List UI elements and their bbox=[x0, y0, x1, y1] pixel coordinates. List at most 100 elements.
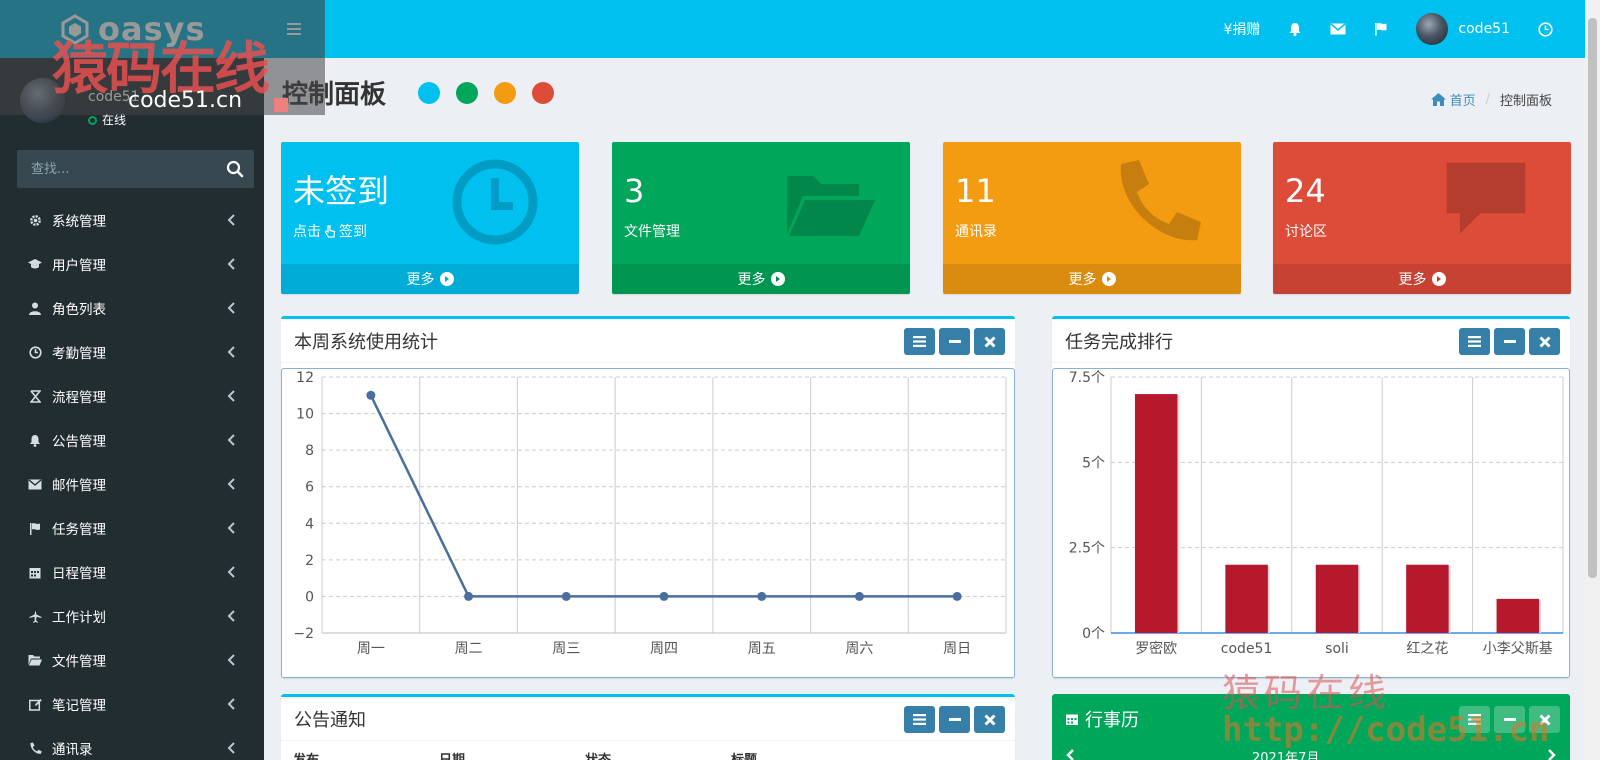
user-menu[interactable]: code51 bbox=[1402, 0, 1524, 58]
list-button[interactable] bbox=[904, 706, 935, 733]
x-tick-label: 罗密欧 bbox=[1135, 640, 1177, 657]
sign-in-prefix: 点击 bbox=[293, 224, 321, 241]
sign-in-box-body: 未签到 点击 签到 bbox=[281, 142, 579, 264]
x-tick-label: 周一 bbox=[357, 641, 385, 657]
y-tick-label: 7.5个 bbox=[1069, 370, 1105, 386]
panel-title: 任务完成排行 bbox=[1065, 331, 1173, 353]
more-label: 更多 bbox=[737, 272, 766, 288]
x-tick-label: 周日 bbox=[943, 641, 971, 657]
ranking-bar-chart: 7.5个 5个 2.5个 0个罗密欧 code51 soli 红之花 小李父斯基 bbox=[1069, 370, 1564, 657]
close-button[interactable] bbox=[1529, 328, 1560, 355]
bar bbox=[1225, 564, 1268, 633]
panel-header: 行事历 bbox=[1052, 697, 1570, 741]
collapse-button[interactable] bbox=[1494, 706, 1525, 733]
close-button[interactable] bbox=[974, 328, 1005, 355]
collapse-button[interactable] bbox=[939, 328, 970, 355]
chevron-right-icon[interactable] bbox=[1546, 749, 1556, 760]
contacts-box-body: 11 通讯录 bbox=[943, 142, 1241, 264]
y-tick-label: 4 bbox=[305, 516, 314, 532]
theme-color-dot[interactable] bbox=[418, 82, 440, 104]
flag-icon bbox=[1375, 23, 1387, 36]
tasks-button[interactable] bbox=[1360, 0, 1402, 58]
x-tick-label: 周六 bbox=[845, 641, 873, 657]
sidebar-item-label: 任务管理 bbox=[52, 522, 106, 538]
notifications-button[interactable] bbox=[1274, 0, 1316, 58]
panel-title: 公告通知 bbox=[294, 709, 366, 731]
theme-color-dot[interactable] bbox=[494, 82, 516, 104]
x-tick-label: soli bbox=[1325, 641, 1349, 657]
close-button[interactable] bbox=[974, 706, 1005, 733]
sidebar-item[interactable]: 文件管理 bbox=[0, 638, 264, 682]
sidebar-item[interactable]: 笔记管理 bbox=[0, 682, 264, 726]
sidebar-item-label: 流程管理 bbox=[52, 390, 106, 406]
sidebar-item[interactable]: 任务管理 bbox=[0, 506, 264, 550]
donate-label: ¥捐赠 bbox=[1223, 22, 1261, 38]
more-link[interactable]: 更多 bbox=[1273, 264, 1571, 294]
list-button[interactable] bbox=[1459, 706, 1490, 733]
folder-open-icon bbox=[787, 176, 875, 236]
sidebar-item-label: 系统管理 bbox=[52, 214, 106, 230]
list-button[interactable] bbox=[904, 328, 935, 355]
sidebar-item[interactable]: 日程管理 bbox=[0, 550, 264, 594]
panel-tools bbox=[1459, 706, 1560, 733]
chevron-left-icon[interactable] bbox=[1066, 749, 1076, 760]
sidebar-item[interactable]: 考勤管理 bbox=[0, 330, 264, 374]
clock-icon bbox=[452, 159, 538, 245]
search-icon[interactable] bbox=[226, 160, 244, 178]
sidebar-item[interactable]: 用户管理 bbox=[0, 242, 264, 286]
calendar-nav: 2021年7月 bbox=[1052, 747, 1570, 760]
more-link[interactable]: 更多 bbox=[281, 264, 579, 294]
sidebar-item-label: 用户管理 bbox=[52, 258, 106, 274]
arrow-circle-right-icon bbox=[439, 272, 454, 286]
data-point bbox=[659, 591, 669, 601]
username: code51 bbox=[1458, 21, 1510, 37]
list-button[interactable] bbox=[1459, 328, 1490, 355]
sidebar-item-label: 邮件管理 bbox=[52, 478, 106, 494]
theme-color-dot[interactable] bbox=[532, 82, 554, 104]
messages-button[interactable] bbox=[1316, 0, 1360, 58]
sidebar-item-label: 笔记管理 bbox=[52, 698, 106, 714]
x-tick-label: 周三 bbox=[552, 641, 580, 657]
clock-icon bbox=[1538, 21, 1553, 37]
data-point bbox=[854, 591, 864, 601]
cube-logo-icon bbox=[61, 14, 89, 44]
search-input[interactable] bbox=[17, 150, 217, 188]
sidebar-item[interactable]: 通讯录 bbox=[0, 726, 264, 760]
sidebar-item[interactable]: 系统管理 bbox=[0, 198, 264, 242]
close-button[interactable] bbox=[1529, 706, 1560, 733]
bars-icon bbox=[1468, 336, 1481, 347]
y-tick-label: 0 bbox=[305, 589, 314, 605]
donate-link[interactable]: ¥捐赠 bbox=[1210, 0, 1275, 58]
theme-color-dot[interactable] bbox=[456, 82, 478, 104]
sidebar-item-label: 日程管理 bbox=[52, 566, 106, 582]
line-chart-frame: 12 10 8 6 4 2 0 −2 周一 周二 周三 周四 周五 周六 周日 bbox=[281, 368, 1015, 678]
more-link[interactable]: 更多 bbox=[943, 264, 1241, 294]
sidebar-item[interactable]: 流程管理 bbox=[0, 374, 264, 418]
logo-text: oasys bbox=[98, 10, 206, 48]
more-link[interactable]: 更多 bbox=[612, 264, 910, 294]
y-tick-label: 2 bbox=[305, 553, 314, 569]
more-label: 更多 bbox=[406, 272, 435, 288]
scrollbar-thumb[interactable] bbox=[1588, 18, 1597, 578]
x-tick-label: 小李父斯基 bbox=[1483, 640, 1553, 657]
panel-title: 本周系统使用统计 bbox=[294, 331, 438, 353]
sidebar-item[interactable]: 角色列表 bbox=[0, 286, 264, 330]
breadcrumb-home-link[interactable]: 首页 bbox=[1430, 90, 1476, 109]
hourglass-icon bbox=[28, 389, 42, 403]
online-status: 在线 bbox=[88, 111, 126, 128]
collapse-button[interactable] bbox=[1494, 328, 1525, 355]
phone-icon bbox=[28, 741, 42, 755]
sidebar-item[interactable]: 公告管理 bbox=[0, 418, 264, 462]
panel-tools bbox=[904, 706, 1005, 733]
sidebar-toggle-button[interactable] bbox=[264, 0, 324, 58]
sidebar-item-label: 通讯录 bbox=[52, 742, 93, 758]
page-scrollbar[interactable] bbox=[1585, 0, 1600, 760]
user-icon bbox=[28, 301, 42, 315]
sidebar-item[interactable]: 工作计划 bbox=[0, 594, 264, 638]
collapse-button[interactable] bbox=[939, 706, 970, 733]
app-logo[interactable]: oasys bbox=[0, 0, 264, 58]
envelope-icon bbox=[1330, 23, 1346, 35]
file-box: 3 文件管理 更多 bbox=[612, 142, 910, 294]
clock-button[interactable] bbox=[1524, 0, 1567, 58]
sidebar-item[interactable]: 邮件管理 bbox=[0, 462, 264, 506]
